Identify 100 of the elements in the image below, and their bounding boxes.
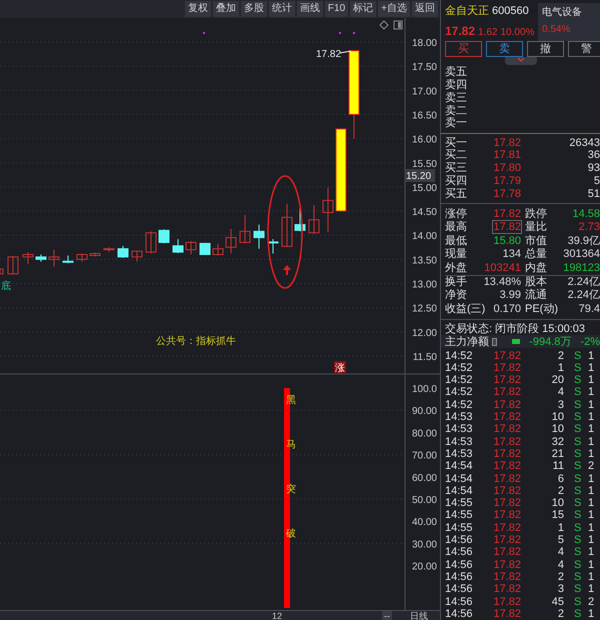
trade-price: 17.82 — [492, 484, 521, 497]
diamond-icon — [379, 20, 389, 30]
panel-toggle-icon[interactable] — [394, 20, 402, 30]
price-axis-label: 14.00 — [412, 231, 437, 242]
price-axis-label: 15.00 — [412, 182, 437, 194]
trade-volume: 1 — [556, 362, 564, 374]
trade-side: S — [574, 362, 582, 374]
stat-label: 最高 — [445, 221, 467, 234]
trade-price: 17.82 — [492, 546, 521, 558]
stat-label: 净资 — [445, 289, 467, 302]
trade-side: S — [574, 411, 582, 424]
trade-count: 1 — [588, 583, 594, 596]
candlestick — [132, 250, 142, 262]
trade-side: S — [574, 522, 582, 534]
candlestick — [8, 255, 18, 276]
trade-side: S — [574, 596, 582, 608]
stat-value: 39.9亿 — [568, 234, 600, 247]
candlestick — [308, 204, 320, 234]
trade-price: 17.82 — [492, 534, 521, 546]
trade-action-button[interactable]: 撤 — [527, 41, 564, 57]
stat-label: 换手 — [445, 276, 467, 288]
trade-side: S — [574, 558, 582, 571]
bid-level-label: 买三 — [445, 162, 468, 174]
trade-volume: 4 — [556, 386, 564, 398]
stat-label: 涨停 — [445, 208, 467, 220]
trade-side: S — [574, 423, 582, 436]
toolbar-button[interactable]: F10 — [324, 1, 348, 17]
candlestick — [186, 240, 196, 256]
indicator-axis-label: 80.00 — [412, 428, 437, 440]
flow-bar-icon — [512, 339, 520, 344]
indicator-axis-label: 90.00 — [412, 406, 437, 418]
main-flow-checkbox[interactable] — [492, 338, 497, 346]
toolbar-button[interactable]: +自选 — [378, 1, 410, 17]
trade-volume: 6 — [556, 472, 564, 485]
candlestick — [104, 246, 114, 253]
ask-level-label: 卖二 — [445, 104, 467, 117]
stat-value: 103241 — [484, 262, 521, 274]
trade-action-button[interactable]: 买 — [445, 41, 482, 57]
candlestick — [22, 252, 34, 265]
price-axis-label: 11.50 — [412, 352, 437, 363]
indicator-axis-label: 50.00 — [412, 495, 437, 506]
ask-level-label: 卖三 — [445, 92, 467, 104]
stat-label: 现量 — [445, 248, 467, 260]
trade-side: S — [574, 436, 582, 448]
toolbar-button[interactable]: 返回 — [412, 1, 438, 17]
candlestick — [90, 252, 100, 257]
ask-level-label: 卖一 — [445, 117, 467, 130]
toolbar-button[interactable]: 叠加 — [212, 1, 239, 17]
trade-count: 1 — [588, 534, 594, 546]
indicator-axis-label: 20.00 — [412, 562, 437, 573]
stat-label: PE(动) — [525, 302, 558, 315]
bid-price: 17.78 — [492, 188, 521, 200]
sector-name: 电气设备 — [542, 6, 583, 20]
toolbar-button[interactable]: 标记 — [350, 1, 376, 17]
collapse-tab[interactable] — [504, 57, 536, 66]
bid-level-label: 买五 — [445, 188, 468, 200]
candlestick — [294, 208, 306, 232]
trade-time: 14:55 — [445, 497, 474, 510]
stat-value: 13.48% — [484, 276, 521, 288]
candlestick — [254, 224, 264, 250]
candlestick — [36, 254, 46, 262]
trade-volume: 10 — [550, 411, 564, 424]
trade-volume: 32 — [550, 436, 564, 448]
toolbar-button[interactable]: 复权 — [184, 1, 211, 17]
toolbar-button[interactable]: 统计 — [268, 1, 295, 17]
trade-count: 1 — [588, 436, 594, 448]
price-axis-label: 16.50 — [412, 110, 437, 122]
leader-line — [340, 50, 352, 54]
bid-price: 17.79 — [492, 174, 521, 187]
candlestick — [62, 254, 74, 264]
period-label[interactable]: 日线 — [410, 610, 428, 620]
indicator-axis-label: 100.0 — [412, 384, 437, 395]
period-index: 12 — [272, 610, 282, 620]
high-price-label: 17.82 — [316, 49, 342, 60]
trade-price: 17.82 — [492, 423, 521, 436]
trade-action-button[interactable]: 警 — [568, 41, 600, 57]
trade-time: 14:56 — [445, 596, 474, 608]
candlestick — [118, 245, 128, 258]
sector-card[interactable]: 电气设备 0.54% — [538, 3, 600, 41]
trade-volume: 10 — [550, 497, 564, 510]
trade-time: 14:53 — [445, 436, 474, 448]
stat-value: 198123 — [563, 262, 600, 274]
trade-time: 14:52 — [445, 386, 474, 398]
trade-price: 17.82 — [492, 411, 521, 424]
scroll-mark[interactable]: -- — [382, 610, 392, 620]
trade-price: 17.82 — [492, 522, 521, 534]
trade-count: 1 — [588, 497, 594, 510]
main-flow-label: 主力净额 — [445, 336, 489, 348]
limit-up-tag: 涨 — [334, 361, 346, 374]
trade-price: 17.82 — [492, 497, 521, 510]
trade-time: 14:52 — [445, 374, 474, 386]
trade-time: 14:52 — [445, 362, 474, 374]
toolbar-button[interactable]: 多股 — [240, 1, 267, 17]
trade-side: S — [574, 484, 582, 497]
trade-price: 17.82 — [492, 596, 521, 608]
trade-time: 14:54 — [445, 484, 474, 497]
toolbar-button[interactable]: 画线 — [296, 1, 323, 17]
trade-action-button[interactable]: 卖 — [486, 41, 523, 57]
trade-price: 17.82 — [492, 583, 521, 596]
price-axis-label: 15.50 — [412, 158, 437, 170]
